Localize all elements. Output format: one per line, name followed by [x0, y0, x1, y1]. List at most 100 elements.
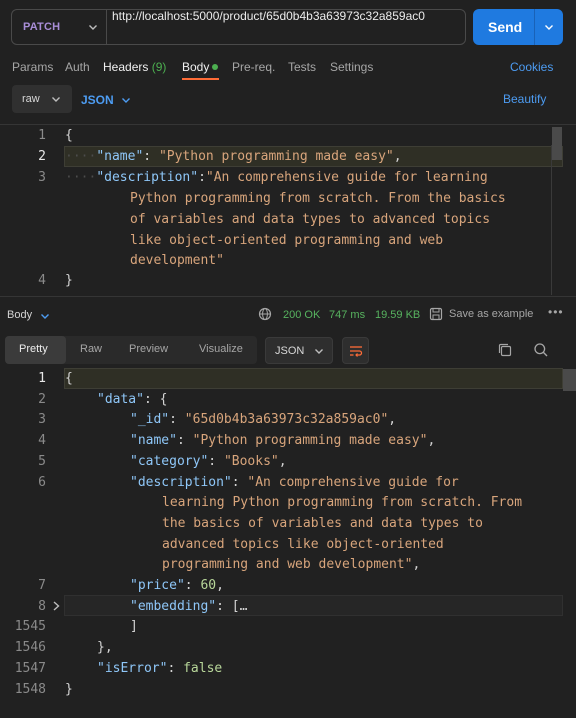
- tab-headers[interactable]: Headers (9): [103, 60, 166, 74]
- line-number: 1546: [14, 640, 46, 655]
- body-indicator-dot: [212, 63, 219, 70]
- tab-params[interactable]: Params: [12, 60, 53, 74]
- code-line[interactable]: {: [65, 371, 73, 386]
- json-key: "description": [130, 475, 232, 490]
- chevron-down-icon[interactable]: [39, 310, 51, 322]
- send-divider: [534, 9, 535, 45]
- code-line[interactable]: "category": "Books",: [130, 454, 287, 469]
- json-string: "An comprehensive guide for: [247, 475, 459, 490]
- line-number: 4: [38, 273, 46, 288]
- scrollbar-thumb[interactable]: [563, 369, 576, 391]
- json-string: "An comprehensive guide for learning: [205, 170, 488, 185]
- method-selector[interactable]: PATCH: [12, 10, 107, 44]
- code-line-wrap[interactable]: the basics of variables and data types t…: [162, 516, 483, 531]
- line-number: 2: [38, 392, 46, 407]
- json-brace: }: [65, 273, 73, 288]
- response-size[interactable]: 19.59 KB: [375, 309, 420, 321]
- line-number: 8: [38, 599, 46, 614]
- code-line-wrap[interactable]: of variables and data types to advanced …: [130, 212, 490, 227]
- code-line[interactable]: "price": 60,: [130, 578, 224, 593]
- more-options-icon[interactable]: •••: [548, 305, 564, 319]
- chevron-down-icon: [52, 97, 60, 102]
- send-button[interactable]: Send: [473, 9, 563, 45]
- tab-headers-label: Headers: [103, 60, 149, 74]
- json-key: "description": [96, 170, 199, 185]
- line-number: 4: [38, 433, 46, 448]
- line-number: 3: [38, 412, 46, 427]
- code-line[interactable]: "_id": "65d0b4b3a63973c32a859ac0",: [130, 412, 396, 427]
- wrap-lines-icon: [350, 346, 363, 357]
- body-language-select[interactable]: JSON: [81, 93, 114, 107]
- tab-auth[interactable]: Auth: [65, 60, 90, 74]
- copy-icon[interactable]: [497, 342, 513, 358]
- tab-preview[interactable]: Preview: [129, 343, 168, 355]
- tab-settings[interactable]: Settings: [330, 60, 373, 74]
- url-input[interactable]: http://localhost:5000/product/65d0b4b3a6…: [112, 9, 425, 23]
- json-brace: }: [65, 682, 73, 697]
- code-line[interactable]: ····"name": "Python programming made eas…: [65, 149, 402, 164]
- tab-tests[interactable]: Tests: [288, 60, 316, 74]
- code-line[interactable]: },: [97, 640, 113, 655]
- code-line[interactable]: ]: [130, 619, 138, 634]
- indent-dots: ····: [65, 170, 97, 185]
- beautify-button[interactable]: Beautify: [503, 92, 546, 106]
- folded-array[interactable]: […: [232, 599, 248, 614]
- response-format-select[interactable]: JSON: [265, 337, 333, 364]
- json-string: programming and web development": [162, 557, 413, 572]
- current-line-highlight: [64, 368, 563, 389]
- status-badge[interactable]: 200 OK: [283, 309, 320, 321]
- save-as-example-button[interactable]: Save as example: [449, 308, 533, 320]
- scrollbar-track: [551, 145, 552, 295]
- code-line-wrap[interactable]: advanced topics like object-oriented: [162, 537, 444, 552]
- tab-visualize[interactable]: Visualize: [199, 343, 243, 355]
- method-label: PATCH: [23, 21, 61, 33]
- scrollbar-thumb[interactable]: [552, 127, 562, 160]
- response-body-label[interactable]: Body: [7, 309, 32, 321]
- code-line-wrap[interactable]: programming and web development",: [162, 557, 420, 572]
- line-number: 6: [38, 475, 46, 490]
- line-number: 5: [38, 454, 46, 469]
- code-line[interactable]: {: [65, 128, 73, 143]
- divider: [0, 296, 576, 297]
- json-key: "category": [130, 454, 209, 469]
- json-boolean: false: [183, 661, 223, 676]
- code-line[interactable]: }: [65, 682, 73, 697]
- code-line[interactable]: "description": "An comprehensive guide f…: [130, 475, 459, 490]
- json-key: "data": [97, 392, 144, 407]
- send-button-label: Send: [488, 19, 523, 35]
- globe-icon[interactable]: [258, 307, 272, 321]
- code-line[interactable]: "data": {: [97, 392, 167, 407]
- cookies-link[interactable]: Cookies: [510, 60, 553, 74]
- code-line[interactable]: "embedding": […: [130, 599, 247, 614]
- code-line-wrap[interactable]: development": [130, 253, 224, 268]
- search-icon[interactable]: [533, 342, 549, 358]
- tab-prereq[interactable]: Pre-req.: [232, 60, 275, 74]
- chevron-down-icon: [89, 25, 97, 30]
- save-icon[interactable]: [429, 307, 443, 321]
- code-line[interactable]: "isError": false: [97, 661, 222, 676]
- response-time[interactable]: 747 ms: [329, 309, 365, 321]
- code-line[interactable]: ····"description":"An comprehensive guid…: [65, 170, 488, 185]
- code-line[interactable]: "name": "Python programming made easy",: [130, 433, 435, 448]
- expand-fold-icon[interactable]: [50, 600, 62, 612]
- code-line-wrap[interactable]: like object-oriented programming and web: [130, 233, 443, 248]
- body-mode-select[interactable]: raw: [12, 85, 72, 113]
- response-view-tabs: Pretty Raw Preview Visualize: [5, 336, 257, 364]
- code-line[interactable]: }: [65, 273, 73, 288]
- code-line-wrap[interactable]: Python programming from scratch. From th…: [130, 191, 506, 206]
- chevron-down-icon[interactable]: [543, 21, 555, 33]
- wrap-lines-button[interactable]: [342, 337, 369, 364]
- json-key: "isError": [97, 661, 168, 676]
- code-line-wrap[interactable]: learning Python programming from scratch…: [162, 495, 522, 510]
- tab-raw[interactable]: Raw: [80, 343, 102, 355]
- tab-body[interactable]: Body: [182, 60, 219, 74]
- tab-pretty[interactable]: Pretty: [19, 343, 48, 355]
- chevron-down-icon[interactable]: [120, 94, 132, 106]
- line-number: 1: [38, 128, 46, 143]
- json-string: "65d0b4b3a63973c32a859ac0": [184, 412, 389, 427]
- line-number: 1: [38, 371, 46, 386]
- tab-body-label: Body: [182, 60, 210, 74]
- json-key: "name": [130, 433, 177, 448]
- divider: [0, 124, 576, 125]
- line-number: 7: [38, 578, 46, 593]
